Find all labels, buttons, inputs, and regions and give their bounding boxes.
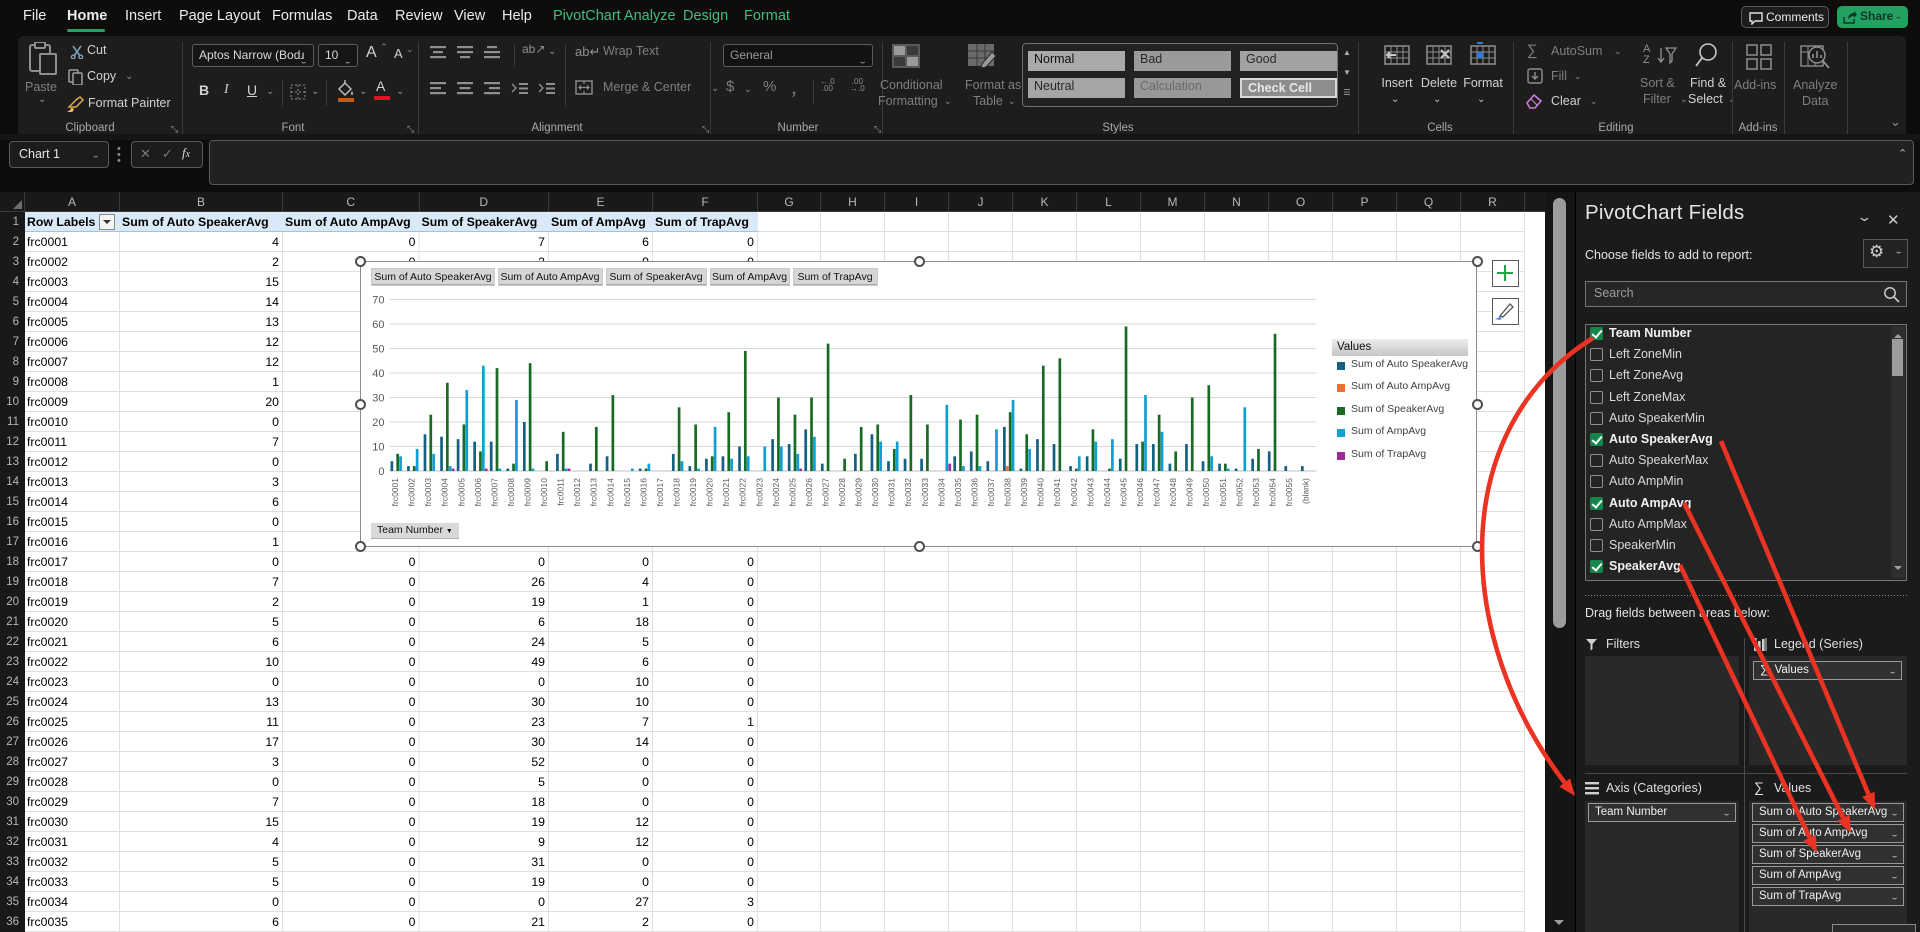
svg-text:0: 0 [378,466,384,478]
svg-text:frc0026: frc0026 [804,478,814,507]
svg-text:70: 70 [372,295,384,307]
svg-text:frc0015: frc0015 [622,478,632,507]
svg-text:frc0006: frc0006 [473,478,483,507]
svg-text:20: 20 [372,417,384,429]
svg-text:frc0019: frc0019 [688,478,698,507]
svg-text:frc0044: frc0044 [1102,478,1112,507]
svg-text:frc0041: frc0041 [1052,478,1062,507]
svg-text:30: 30 [372,393,384,405]
svg-text:frc0029: frc0029 [854,478,864,507]
svg-text:10: 10 [372,442,384,454]
svg-text:frc0047: frc0047 [1151,478,1161,507]
svg-text:frc0053: frc0053 [1251,478,1261,507]
svg-text:frc0007: frc0007 [489,478,499,507]
svg-text:frc0045: frc0045 [1118,478,1128,507]
svg-text:60: 60 [372,319,384,331]
svg-text:frc0024: frc0024 [771,478,781,507]
svg-text:frc0050: frc0050 [1201,478,1211,507]
svg-text:frc0016: frc0016 [638,478,648,507]
svg-text:frc0023: frc0023 [754,478,764,507]
svg-text:frc0040: frc0040 [1036,478,1046,507]
svg-text:frc0036: frc0036 [969,478,979,507]
svg-text:frc0032: frc0032 [903,478,913,507]
svg-text:(blank): (blank) [1300,478,1310,504]
svg-text:frc0054: frc0054 [1267,478,1277,507]
svg-text:frc0030: frc0030 [870,478,880,507]
svg-text:frc0025: frc0025 [787,478,797,507]
svg-text:frc0052: frc0052 [1234,478,1244,507]
svg-text:frc0027: frc0027 [820,478,830,507]
svg-text:frc0055: frc0055 [1284,478,1294,507]
svg-text:frc0051: frc0051 [1218,478,1228,507]
svg-text:frc0033: frc0033 [920,478,930,507]
svg-text:frc0005: frc0005 [456,478,466,507]
svg-text:frc0018: frc0018 [671,478,681,507]
svg-text:frc0034: frc0034 [936,478,946,507]
svg-text:40: 40 [372,368,384,380]
svg-text:frc0042: frc0042 [1069,478,1079,507]
svg-text:frc0028: frc0028 [837,478,847,507]
svg-text:frc0012: frc0012 [572,478,582,507]
svg-text:frc0049: frc0049 [1185,478,1195,507]
svg-text:frc0010: frc0010 [539,478,549,507]
svg-text:frc0048: frc0048 [1168,478,1178,507]
svg-text:50: 50 [372,344,384,356]
svg-text:frc0008: frc0008 [506,478,516,507]
svg-text:frc0014: frc0014 [605,478,615,507]
svg-text:frc0003: frc0003 [423,478,433,507]
svg-text:frc0020: frc0020 [705,478,715,507]
svg-text:frc0035: frc0035 [953,478,963,507]
svg-text:frc0037: frc0037 [986,478,996,507]
svg-text:frc0021: frc0021 [721,478,731,507]
svg-text:frc0009: frc0009 [522,478,532,507]
svg-text:frc0022: frc0022 [738,478,748,507]
svg-text:frc0002: frc0002 [407,478,417,507]
svg-text:frc0013: frc0013 [589,478,599,507]
svg-text:frc0038: frc0038 [1003,478,1013,507]
svg-text:frc0004: frc0004 [440,478,450,507]
svg-text:frc0031: frc0031 [887,478,897,507]
svg-text:frc0039: frc0039 [1019,478,1029,507]
svg-text:frc0046: frc0046 [1135,478,1145,507]
svg-text:frc0011: frc0011 [556,478,566,506]
svg-text:frc0043: frc0043 [1085,478,1095,507]
svg-text:frc0001: frc0001 [390,478,400,507]
svg-text:frc0017: frc0017 [655,478,665,507]
